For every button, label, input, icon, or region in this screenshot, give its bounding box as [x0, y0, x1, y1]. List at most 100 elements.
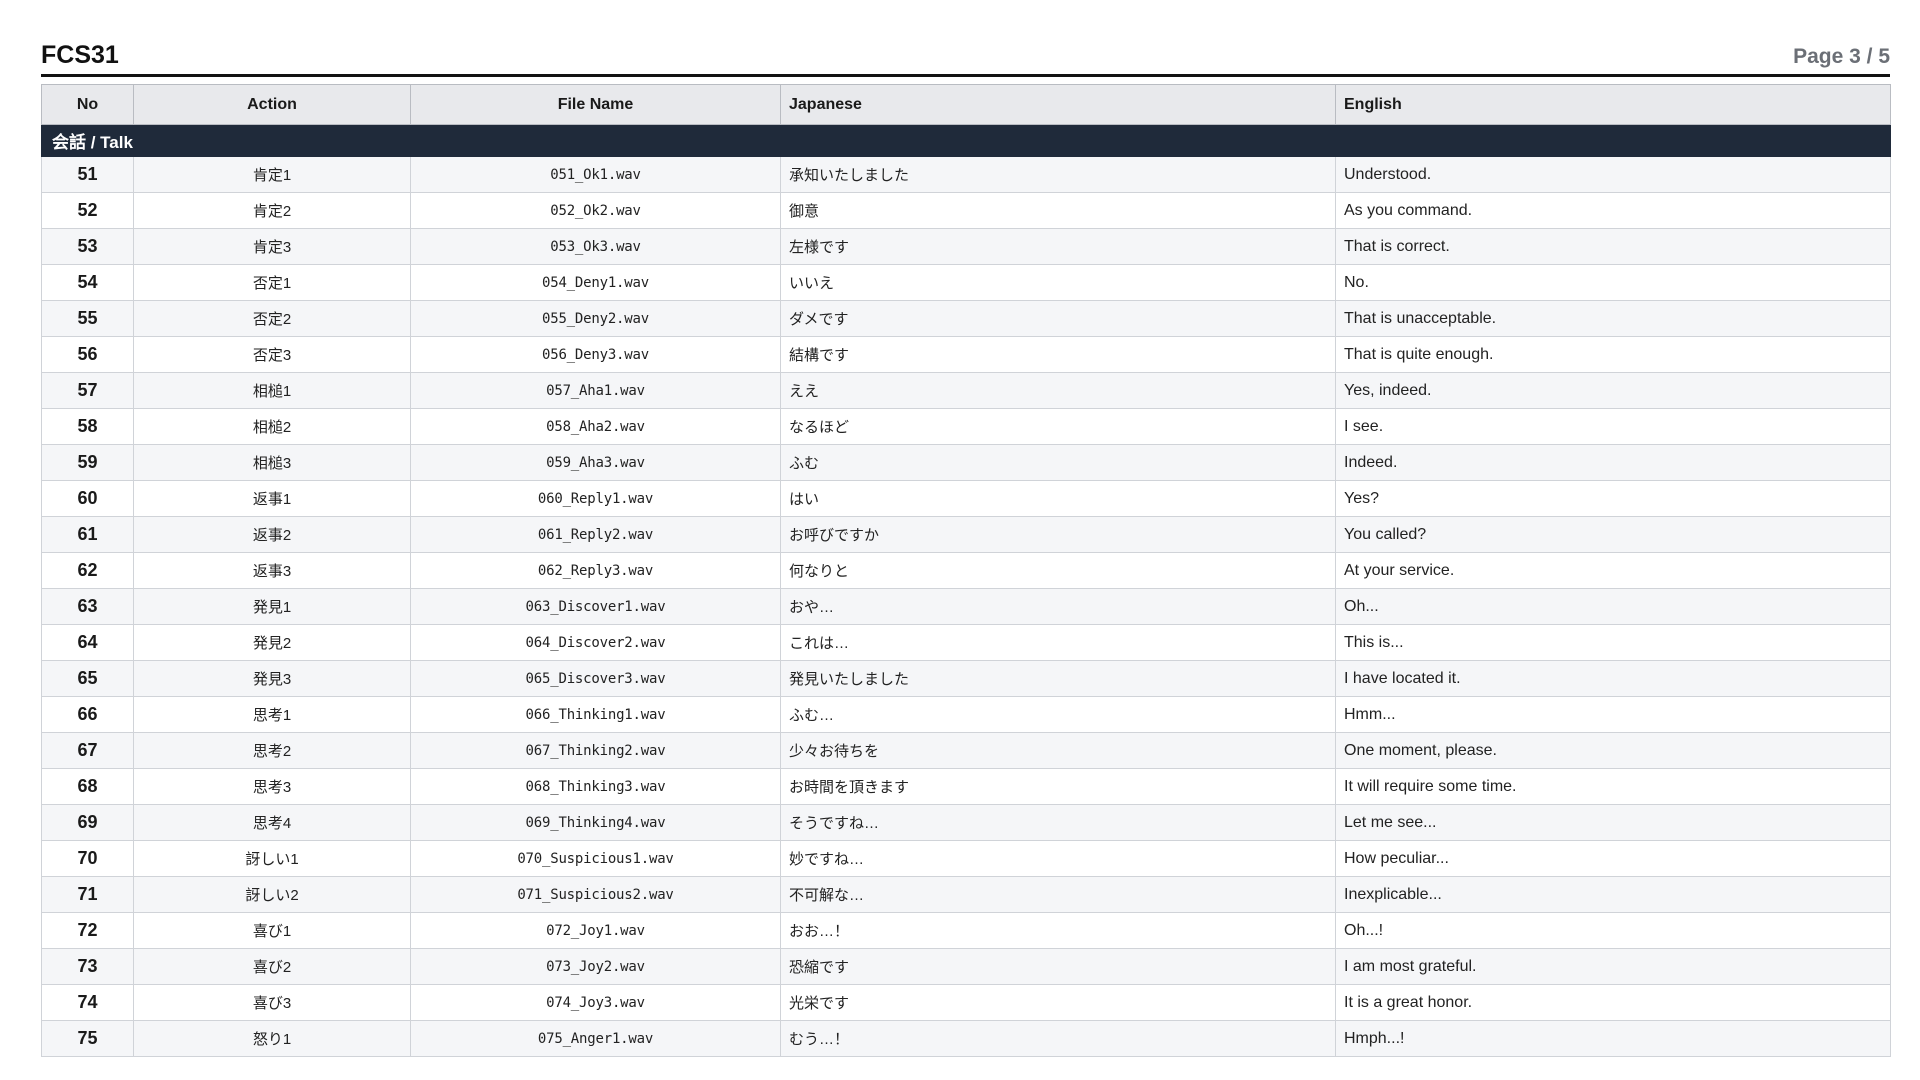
cell-english: That is unacceptable.	[1335, 300, 1891, 337]
cell-english: Let me see...	[1335, 804, 1891, 841]
cell-file-name: 074_Joy3.wav	[410, 984, 781, 1021]
table-row: 53 肯定3 053_Ok3.wav 左様です That is correct.	[41, 228, 1891, 265]
cell-english: I am most grateful.	[1335, 948, 1891, 985]
cell-action: 怒り1	[133, 1020, 411, 1057]
cell-file-name: 061_Reply2.wav	[410, 516, 781, 553]
cell-no: 52	[41, 192, 134, 229]
cell-english: Yes?	[1335, 480, 1891, 517]
cell-no: 73	[41, 948, 134, 985]
cell-no: 67	[41, 732, 134, 769]
cell-file-name: 068_Thinking3.wav	[410, 768, 781, 805]
cell-action: 思考4	[133, 804, 411, 841]
cell-no: 71	[41, 876, 134, 913]
cell-file-name: 066_Thinking1.wav	[410, 696, 781, 733]
cell-no: 54	[41, 264, 134, 301]
cell-english: That is quite enough.	[1335, 336, 1891, 373]
cell-japanese: これは…	[780, 624, 1336, 661]
column-header-japanese: Japanese	[780, 84, 1336, 125]
cell-japanese: お呼びですか	[780, 516, 1336, 553]
cell-english: Inexplicable...	[1335, 876, 1891, 913]
cell-action: 肯定1	[133, 156, 411, 193]
cell-no: 72	[41, 912, 134, 949]
table-row: 74 喜び3 074_Joy3.wav 光栄です It is a great honor…	[41, 984, 1891, 1021]
cell-file-name: 075_Anger1.wav	[410, 1020, 781, 1057]
cell-file-name: 072_Joy1.wav	[410, 912, 781, 949]
cell-japanese: なるほど	[780, 408, 1336, 445]
table-row: 72 喜び1 072_Joy1.wav おお…！ Oh...!	[41, 912, 1891, 949]
cell-file-name: 073_Joy2.wav	[410, 948, 781, 985]
cell-action: 訝しい2	[133, 876, 411, 913]
column-header-english: English	[1335, 84, 1891, 125]
cell-japanese: むう…！	[780, 1020, 1336, 1057]
page-indicator: Page 3 / 5	[1793, 45, 1890, 68]
cell-action: 発見3	[133, 660, 411, 697]
cell-no: 55	[41, 300, 134, 337]
cell-japanese: おや…	[780, 588, 1336, 625]
cell-file-name: 054_Deny1.wav	[410, 264, 781, 301]
cell-action: 喜び3	[133, 984, 411, 1021]
cell-action: 訝しい1	[133, 840, 411, 877]
cell-no: 64	[41, 624, 134, 661]
document-page: FCS31 Page 3 / 5 No Action File Name Jap…	[41, 38, 1891, 1057]
cell-english: Oh...!	[1335, 912, 1891, 949]
cell-english: At your service.	[1335, 552, 1891, 589]
table-row: 67 思考2 067_Thinking2.wav 少々お待ちを One moment, …	[41, 732, 1891, 769]
table-row: 55 否定2 055_Deny2.wav ダメです That is unacceptab…	[41, 300, 1891, 337]
cell-english: As you command.	[1335, 192, 1891, 229]
cell-file-name: 065_Discover3.wav	[410, 660, 781, 697]
cell-english: It is a great honor.	[1335, 984, 1891, 1021]
cell-action: 思考2	[133, 732, 411, 769]
cell-japanese: 結構です	[780, 336, 1336, 373]
table-row: 66 思考1 066_Thinking1.wav ふむ… Hmm...	[41, 696, 1891, 733]
table-row: 69 思考4 069_Thinking4.wav そうですね… Let me see..…	[41, 804, 1891, 841]
cell-japanese: ふむ…	[780, 696, 1336, 733]
table-row: 59 相槌3 059_Aha3.wav ふむ Indeed.	[41, 444, 1891, 481]
cell-japanese: ダメです	[780, 300, 1336, 337]
cell-japanese: 何なりと	[780, 552, 1336, 589]
table-row: 75 怒り1 075_Anger1.wav むう…！ Hmph...!	[41, 1020, 1891, 1057]
cell-file-name: 053_Ok3.wav	[410, 228, 781, 265]
cell-action: 相槌1	[133, 372, 411, 409]
cell-action: 否定2	[133, 300, 411, 337]
cell-japanese: 御意	[780, 192, 1336, 229]
cell-file-name: 060_Reply1.wav	[410, 480, 781, 517]
cell-english: How peculiar...	[1335, 840, 1891, 877]
cell-japanese: ふむ	[780, 444, 1336, 481]
cell-no: 53	[41, 228, 134, 265]
cell-no: 62	[41, 552, 134, 589]
column-header-action: Action	[133, 84, 411, 125]
table-row: 73 喜び2 073_Joy2.wav 恐縮です I am most grateful.	[41, 948, 1891, 985]
cell-english: I have located it.	[1335, 660, 1891, 697]
cell-english: Hmm...	[1335, 696, 1891, 733]
table-row: 54 否定1 054_Deny1.wav いいえ No.	[41, 264, 1891, 301]
cell-english: One moment, please.	[1335, 732, 1891, 769]
cell-no: 61	[41, 516, 134, 553]
cell-file-name: 069_Thinking4.wav	[410, 804, 781, 841]
cell-no: 65	[41, 660, 134, 697]
cell-action: 発見2	[133, 624, 411, 661]
cell-action: 返事3	[133, 552, 411, 589]
cell-no: 59	[41, 444, 134, 481]
cell-japanese: そうですね…	[780, 804, 1336, 841]
cell-english: Hmph...!	[1335, 1020, 1891, 1057]
cell-file-name: 062_Reply3.wav	[410, 552, 781, 589]
cell-japanese: おお…！	[780, 912, 1336, 949]
cell-no: 70	[41, 840, 134, 877]
cell-no: 68	[41, 768, 134, 805]
cell-japanese: 発見いたしました	[780, 660, 1336, 697]
cell-japanese: 不可解な…	[780, 876, 1336, 913]
table-row: 58 相槌2 058_Aha2.wav なるほど I see.	[41, 408, 1891, 445]
cell-action: 否定1	[133, 264, 411, 301]
cell-no: 63	[41, 588, 134, 625]
cell-english: This is...	[1335, 624, 1891, 661]
cell-no: 51	[41, 156, 134, 193]
cell-action: 相槌2	[133, 408, 411, 445]
cell-file-name: 056_Deny3.wav	[410, 336, 781, 373]
cell-english: Indeed.	[1335, 444, 1891, 481]
document-title: FCS31	[41, 41, 119, 69]
cell-file-name: 059_Aha3.wav	[410, 444, 781, 481]
cell-action: 肯定2	[133, 192, 411, 229]
cell-japanese: 妙ですね…	[780, 840, 1336, 877]
table-body: 会話 / Talk 51 肯定1 051_Ok1.wav 承知いたしました Unders…	[41, 124, 1891, 1057]
cell-action: 否定3	[133, 336, 411, 373]
